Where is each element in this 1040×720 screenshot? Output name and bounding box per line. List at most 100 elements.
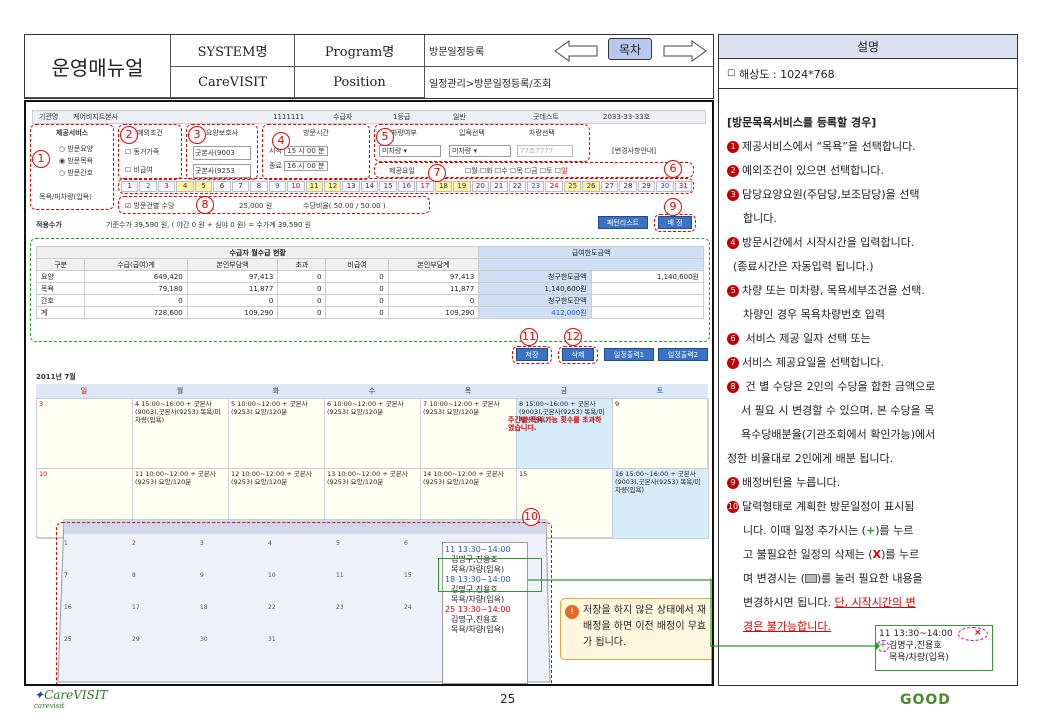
desc-line-7: 7 서비스 제공요일을 선택합니다. <box>727 355 884 370</box>
delete-button[interactable]: 삭제 <box>562 348 594 361</box>
date-cell-18[interactable]: 18 <box>434 180 453 192</box>
checkbox-nonpay[interactable]: ☐ 비급여 <box>125 165 181 175</box>
date-cell-22[interactable]: 22 <box>508 180 526 192</box>
calendar-cell[interactable]: 4 15:00~16:00 + 굿본사(9003),굿본사(9253) 목욕/미… <box>133 399 229 469</box>
date-cell-15[interactable]: 15 <box>379 180 397 192</box>
calendar-cell[interactable]: 3 <box>37 399 133 469</box>
date-cell-6[interactable]: 6 <box>213 180 231 192</box>
step-marker-8: 8 <box>196 196 214 214</box>
radio-bath[interactable]: ◉ 방문목욕 <box>59 156 113 166</box>
calendar-cell[interactable]: 7 10:00~12:00 + 굿본사(9253) 요양/120분 <box>421 399 517 469</box>
car-number-input[interactable]: 77조7777 <box>517 145 573 157</box>
prev-arrow-icon[interactable] <box>553 39 599 63</box>
toc-button[interactable]: 목차 <box>608 38 652 60</box>
weekday-group: 제공요일 ☐월 ☐화 ☐수 ☐목 ☐금 ☐토 ☐일 <box>374 162 694 178</box>
summary-cell: 97,413 <box>186 270 279 283</box>
date-cell-5[interactable]: 5 <box>194 180 213 192</box>
connector-to-mini <box>710 578 880 650</box>
radio-home-care[interactable]: ○ 방문요양 <box>59 144 113 154</box>
date-cell-20[interactable]: 20 <box>471 180 490 192</box>
change-info-link[interactable]: [변경사항안내] <box>612 146 656 156</box>
date-cell-24[interactable]: 24 <box>545 180 563 192</box>
print-schedule-2-button[interactable]: 일정출력2 <box>658 348 708 361</box>
date-cell-10[interactable]: 10 <box>287 180 305 192</box>
date-cell-3[interactable]: 3 <box>157 180 176 192</box>
desc-line-9: 9 배정버턴을 누릅니다. <box>727 475 840 490</box>
summary-cell: 청구한도잔액 <box>478 294 592 307</box>
date-cell-30[interactable]: 30 <box>656 180 674 192</box>
step-marker-1: 1 <box>32 150 50 168</box>
date-cell-17[interactable]: 17 <box>416 180 434 192</box>
date-cell-14[interactable]: 14 <box>360 180 379 192</box>
step-marker-3: 3 <box>188 126 206 144</box>
summary-cell <box>590 294 705 307</box>
car-select[interactable]: 미차량 ▾ <box>379 145 441 157</box>
summary-cell: 0 <box>277 294 327 307</box>
step-badge: 5 <box>727 285 739 297</box>
radio-nursing[interactable]: ○ 방문간호 <box>59 168 113 178</box>
date-cell-16[interactable]: 16 <box>397 180 416 192</box>
desc-text: 방문시간에서 시작시간을 입력합니다. <box>742 236 915 249</box>
date-cell-13[interactable]: 13 <box>342 180 360 192</box>
allowance-input[interactable]: 25,000 원 <box>239 201 272 211</box>
date-cell-21[interactable]: 21 <box>490 180 508 192</box>
summary-row: 간호 0 0 0 0 0 청구한도잔액 <box>35 294 705 307</box>
date-cell-1[interactable]: 1 <box>121 180 139 192</box>
bath-select[interactable]: 미차량 ▾ <box>449 145 511 157</box>
date-cell-28[interactable]: 28 <box>619 180 637 192</box>
summary-header: 초과 <box>277 258 327 271</box>
summary-header: 본인부담액 <box>186 258 279 271</box>
pattern-list-button[interactable]: 패턴리스트 <box>598 216 648 229</box>
date-cell-27[interactable]: 27 <box>600 180 619 192</box>
date-cell-26[interactable]: 26 <box>582 180 600 192</box>
summary-cell: 0 <box>325 270 389 283</box>
logo-icon: ✦ <box>34 688 45 702</box>
desc-text: 건 별 수당은 2인의 수당을 합한 금액으로 <box>742 380 936 393</box>
date-cell-8[interactable]: 8 <box>250 180 268 192</box>
plus-icon: + <box>865 524 876 537</box>
date-cell-19[interactable]: 19 <box>453 180 471 192</box>
date-cell-31[interactable]: 31 <box>674 180 693 192</box>
date-cell-23[interactable]: 23 <box>526 180 545 192</box>
save-button[interactable]: 저장 <box>516 348 548 361</box>
summary-cell: 649,420 <box>84 270 188 283</box>
date-cell-7[interactable]: 7 <box>231 180 250 192</box>
desc-line-5b: 차량인 경우 목욕차량번호 입력 <box>743 308 886 321</box>
calendar-cell[interactable]: 5 10:00~12:00 + 굿본사(9253) 요양/120분 <box>229 399 325 469</box>
print-schedule-1-button[interactable]: 일정출력1 <box>604 348 654 361</box>
date-cell-12[interactable]: 12 <box>323 180 342 192</box>
calendar-cell[interactable]: 6 10:00~12:00 + 굿본사(9253) 요양/120분 <box>325 399 421 469</box>
next-arrow-icon[interactable] <box>662 39 708 63</box>
summary-cell: 0 <box>84 294 188 307</box>
delete-x-icon[interactable]: × <box>974 627 982 639</box>
date-cell-9[interactable]: 9 <box>268 180 287 192</box>
date-cell-29[interactable]: 29 <box>637 180 656 192</box>
date-cell-25[interactable]: 25 <box>563 180 582 192</box>
date-cell-2[interactable]: 2 <box>139 180 157 192</box>
summary-cell: 0 <box>325 282 389 295</box>
end-time-input[interactable]: 16 시 00 분 <box>284 161 328 171</box>
assign-button[interactable]: 배 정 <box>658 216 692 229</box>
service-option: 방문간호 <box>67 169 94 177</box>
allowance-ratio[interactable]: 수당비율( 50.00 / 50.00 ) <box>303 201 386 211</box>
desc-line-10: 10 달력형태로 계획한 방문일정이 표시됨 <box>727 499 914 514</box>
date-cell-11[interactable]: 11 <box>305 180 323 192</box>
desc-text: 서비스 제공요일을 선택합니다. <box>742 356 885 369</box>
start-time-input[interactable]: 15 시 00 분 <box>284 146 328 156</box>
checkbox-cohabit[interactable]: ☐ 동거가족 <box>125 147 181 157</box>
step-marker-12: 12 <box>564 328 582 346</box>
weekday-checks[interactable]: ☐월 ☐화 ☐수 ☐목 ☐금 ☐토 ☐일 <box>465 166 568 176</box>
connector-line <box>528 579 712 684</box>
date-cell-4[interactable]: 4 <box>176 180 194 192</box>
summary-cell <box>590 306 705 319</box>
desc-line-10c: 고 불필요한 일정의 삭제는 (X)를 누르 <box>727 547 919 562</box>
system-value: CareVISIT <box>171 67 295 98</box>
main-caregiver-input[interactable]: 굿본사(9003 <box>193 146 251 160</box>
desc-text: 니다. 이때 일정 추가시는 ( <box>743 524 866 537</box>
summary-cell: 728,600 <box>84 306 188 319</box>
sub-caregiver-input[interactable]: 굿본사(9253 <box>193 164 251 178</box>
calendar-cell[interactable]: 9 <box>613 399 709 469</box>
calendar-cell[interactable]: 16 15:00~16:00 + 굿본사(9003),굿본사(9253) 목욕/… <box>613 469 709 539</box>
manual-header: 운영매뉴얼 SYSTEM명 CareVISIT Program명 Positio… <box>24 34 714 99</box>
summary-cell: 109,290 <box>186 306 279 319</box>
